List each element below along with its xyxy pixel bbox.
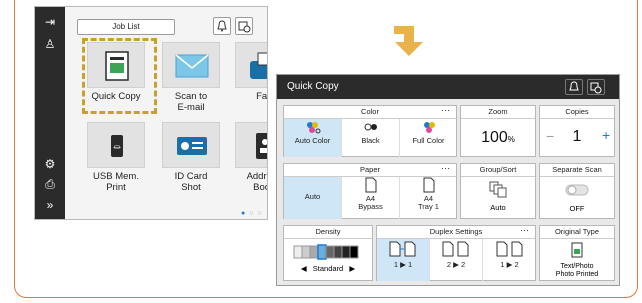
duplex-1-2-icon xyxy=(496,241,522,257)
original-type-box[interactable]: Original Type Text/Photo Photo Printed xyxy=(539,225,615,281)
zoom-title: Zoom xyxy=(461,106,535,119)
paper-option-tray1[interactable]: A4 Tray 1 xyxy=(400,177,457,219)
page: ⇥ ♙ ⚙ ⎙ » Job List Quick Copy Scan to E-… xyxy=(0,0,642,303)
full-color-icon xyxy=(423,122,435,133)
quick-copy-panel: Quick Copy Color ··· Auto Color Black Ful… xyxy=(276,74,620,286)
user-icon[interactable]: ♙ xyxy=(35,37,65,51)
printer-icon[interactable]: ⎙ xyxy=(35,177,65,191)
more-button[interactable]: ··· xyxy=(441,104,450,116)
duplex-1-1-icon xyxy=(389,241,416,257)
sort-icon xyxy=(489,181,507,198)
copies-title: Copies xyxy=(540,106,614,119)
zoom-unit: % xyxy=(507,135,515,144)
color-option-black[interactable]: Black xyxy=(342,119,400,157)
increment-button[interactable]: + xyxy=(602,127,610,143)
color-box: Color ··· Auto Color Black Full Color xyxy=(283,105,457,157)
status-button[interactable] xyxy=(235,17,253,35)
separate-scan-value: OFF xyxy=(569,204,585,213)
fax-icon xyxy=(250,52,267,79)
tile-address-book[interactable]: Address Book xyxy=(231,122,267,193)
group-sort-value: Auto xyxy=(490,203,506,212)
auto-color-icon xyxy=(306,122,320,134)
device-status-icon xyxy=(238,21,251,33)
duplex-option-2-2[interactable]: 2 ▶ 2 xyxy=(430,239,483,281)
notification-button[interactable] xyxy=(213,17,231,35)
duplex-2-2-icon xyxy=(442,241,469,257)
status-button[interactable] xyxy=(587,79,605,95)
id-card-icon xyxy=(177,137,207,155)
decrement-button[interactable]: − xyxy=(546,128,554,144)
arrow-icon xyxy=(394,26,423,56)
original-type-value: Text/Photo Photo Printed xyxy=(555,263,599,278)
tile-label: Scan to E-mail xyxy=(174,91,208,113)
paper-sheet-icon xyxy=(423,177,434,193)
paper-option-bypass[interactable]: A4 Bypass xyxy=(342,177,400,219)
tile-id-card-shot[interactable]: ID Card Shot xyxy=(158,122,224,193)
duplex-option-1-2[interactable]: 1 ▶ 2 xyxy=(483,239,536,281)
tile-label: Address Book xyxy=(246,171,267,193)
original-type-title: Original Type xyxy=(540,226,614,239)
home-screen: ⇥ ♙ ⚙ ⎙ » Job List Quick Copy Scan to E-… xyxy=(34,6,268,220)
separate-scan-box[interactable]: Separate Scan OFF xyxy=(539,163,615,219)
tile-fax[interactable]: Fax xyxy=(231,42,268,102)
tile-label: USB Mem. Print xyxy=(93,171,139,193)
expand-icon[interactable]: » xyxy=(35,198,65,212)
more-button[interactable]: ··· xyxy=(441,162,450,174)
bell-icon xyxy=(569,81,579,91)
density-scale[interactable] xyxy=(284,243,372,261)
tile-usb-print[interactable]: ⏛ USB Mem. Print xyxy=(83,122,149,193)
document-icon xyxy=(571,242,583,258)
logout-icon[interactable]: ⇥ xyxy=(35,15,65,29)
duplex-box: Duplex Settings ··· 1 ▶ 1 2 ▶ 2 1 ▶ 2 xyxy=(376,225,536,281)
density-left-button[interactable]: ◀ xyxy=(301,264,307,273)
toggle-switch[interactable] xyxy=(565,184,589,196)
envelope-icon xyxy=(175,54,209,78)
group-sort-title: Group/Sort xyxy=(461,164,535,177)
notification-button[interactable] xyxy=(565,79,583,95)
density-title: Density xyxy=(284,226,372,239)
bell-icon xyxy=(217,20,227,32)
home-sidebar: ⇥ ♙ ⚙ ⎙ » xyxy=(35,7,65,219)
device-status-icon xyxy=(590,82,602,94)
paper-sheet-icon xyxy=(365,177,376,193)
settings-icon[interactable]: ⚙ xyxy=(35,157,65,171)
address-book-icon xyxy=(256,133,267,159)
density-right-button[interactable]: ▶ xyxy=(349,264,355,273)
tile-label: ID Card Shot xyxy=(174,171,208,193)
density-value: Standard xyxy=(312,264,344,273)
tile-scan-to-email[interactable]: Scan to E-mail xyxy=(158,42,224,113)
color-option-auto[interactable]: Auto Color xyxy=(284,119,342,157)
paper-box: Paper ··· Auto A4 Bypass A4 Tray 1 xyxy=(283,163,457,219)
color-option-full[interactable]: Full Color xyxy=(400,119,457,157)
color-title: Color xyxy=(361,107,379,116)
page-indicator[interactable]: ●○○ xyxy=(241,210,266,217)
quick-copy-highlight xyxy=(82,38,157,114)
separate-scan-title: Separate Scan xyxy=(540,164,614,177)
duplex-option-1-1[interactable]: 1 ▶ 1 xyxy=(377,239,430,281)
paper-option-auto[interactable]: Auto xyxy=(284,177,342,219)
tile-label: Fax xyxy=(256,91,268,102)
group-sort-box[interactable]: Group/Sort Auto xyxy=(460,163,536,219)
panel-title: Quick Copy xyxy=(287,81,339,92)
density-box: Density ◀ Standard ▶ xyxy=(283,225,373,281)
black-color-icon xyxy=(364,123,377,131)
job-list-button[interactable]: Job List xyxy=(77,19,175,35)
more-button[interactable]: ··· xyxy=(520,224,529,236)
quick-copy-header: Quick Copy xyxy=(277,75,619,99)
zoom-box[interactable]: Zoom 100% xyxy=(460,105,536,157)
duplex-title: Duplex Settings xyxy=(429,227,483,236)
paper-title: Paper xyxy=(359,165,380,174)
copies-box: Copies − 1 + xyxy=(539,105,615,157)
zoom-value: 100 xyxy=(481,129,508,146)
svg-text:⏛: ⏛ xyxy=(113,143,121,152)
usb-icon: ⏛ xyxy=(111,135,123,157)
